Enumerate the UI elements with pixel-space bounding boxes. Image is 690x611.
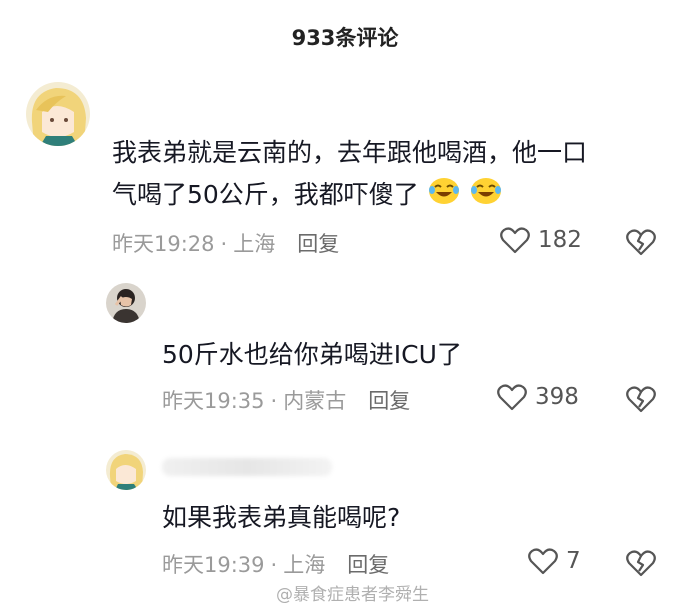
comment-text-segment: 气喝了50公斤，我都吓傻了: [112, 180, 419, 209]
comment-time: 昨天19:28: [112, 232, 215, 256]
person-avatar-image: [106, 283, 146, 323]
like-button[interactable]: 182: [500, 226, 582, 254]
comment-location: 上海: [283, 553, 326, 577]
reply-button[interactable]: 回复: [368, 385, 410, 415]
broken-heart-icon: [626, 386, 656, 413]
blurred-username: [162, 458, 332, 476]
like-button[interactable]: 398: [497, 383, 579, 411]
comment-meta: 昨天19:28 · 上海 回复: [112, 228, 339, 258]
broken-heart-icon: [626, 229, 656, 256]
like-count: 7: [566, 548, 581, 574]
anime-avatar-image: [26, 82, 90, 146]
separator-dot: ·: [270, 389, 278, 413]
laugh-cry-emoji-icon: [469, 175, 503, 218]
comments-count-title: 933条评论: [291, 26, 399, 50]
avatar[interactable]: [106, 283, 146, 323]
like-count: 182: [538, 227, 582, 253]
reply-button[interactable]: 回复: [347, 549, 389, 579]
heart-outline-icon: [500, 227, 530, 254]
dislike-button[interactable]: [626, 549, 656, 581]
comment-location: 内蒙古: [283, 389, 347, 413]
heart-outline-icon: [497, 384, 527, 411]
comment-text: 我表弟就是云南的，去年跟他喝酒，他一口 气喝了50公斤，我都吓傻了: [112, 132, 672, 218]
separator-dot: ·: [270, 553, 278, 577]
comment-time: 昨天19:39: [162, 553, 265, 577]
comment-location: 上海: [233, 232, 276, 256]
comment-time: 昨天19:35: [162, 389, 265, 413]
heart-outline-icon: [528, 548, 558, 575]
separator-dot: ·: [220, 232, 228, 256]
anime-avatar-image: [106, 450, 146, 490]
watermark: @暴食症患者李舜生: [276, 585, 429, 605]
dislike-button[interactable]: [626, 385, 656, 417]
dislike-button[interactable]: [626, 228, 656, 260]
broken-heart-icon: [626, 550, 656, 577]
comment-text-line: 气喝了50公斤，我都吓傻了: [112, 174, 672, 218]
comment-meta: 昨天19:35 · 内蒙古 回复: [162, 385, 410, 415]
like-button[interactable]: 7: [528, 547, 581, 575]
comment-meta: 昨天19:39 · 上海 回复: [162, 549, 389, 579]
laugh-cry-emoji-icon: [427, 175, 461, 218]
avatar[interactable]: [26, 82, 90, 146]
comment-text: 50斤水也给你弟喝进ICU了: [162, 340, 462, 369]
reply-button[interactable]: 回复: [297, 228, 339, 258]
like-count: 398: [535, 384, 579, 410]
avatar[interactable]: [106, 450, 146, 490]
comment-text: 如果我表弟真能喝呢?: [162, 503, 401, 532]
comment-text-line: 我表弟就是云南的，去年跟他喝酒，他一口: [112, 138, 588, 167]
